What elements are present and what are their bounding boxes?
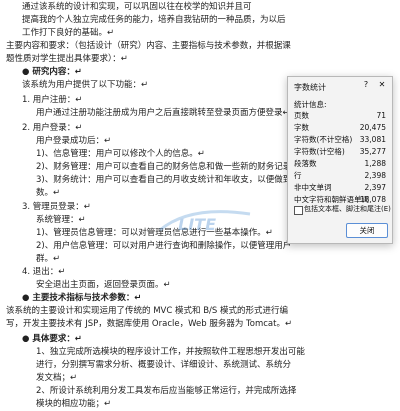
document-line: 4. 退出：↵ [22, 267, 66, 277]
document-line: 提高我的个人独立完成任务的能力，培养自我钻研的一种品质，为以后 [22, 15, 286, 25]
watermark-text: LITE [178, 215, 216, 234]
document-line: ● 主要技术指标与技术参数：↵ [22, 293, 142, 303]
document-line: 进行，分别撰写需求分析、概要设计、详细设计、系统测试、系统分 [36, 360, 292, 370]
watermark-logo: LITE [150, 200, 270, 240]
help-icon[interactable]: ? [361, 80, 371, 92]
document-line: 题性质对学生提出具体要求）：↵ [6, 54, 128, 64]
document-line: 写，开发主要技术有 JSP，数据库使用 Oracle，Web 服务器为 Tomc… [6, 319, 293, 329]
document-line: 1、独立完成所选模块的程序设计工作，并按照软件工程思想开发出可能 [36, 347, 305, 357]
word-count-dialog: 字数统计 ? ✕ 统计信息: 页数 71 字数 20,475 字符数(不计空格) 33,0… [287, 76, 393, 244]
document-line: 安全退出主页面，返回登录页面。↵ [36, 280, 171, 290]
document-line: 发文档；↵ [36, 373, 78, 383]
document-line: 通过该系统的设计和实现，可以巩固以往在校学的知识并且可 [22, 2, 252, 12]
dialog-title: 字数统计 [294, 83, 326, 92]
document-line: 2、所设计系统利用分发工具发布后应当能够正常运行，并完成所选择 [36, 386, 297, 396]
document-line: ● 具体要求：↵ [22, 334, 82, 344]
include-textbox-label[interactable]: 包括文本框、脚注和尾注(E) [304, 204, 391, 214]
close-button[interactable]: 关闭 [346, 223, 388, 238]
document-line: 该系统的主要设计和实现运用了传统的 MVC 模式和 B/S 模式的形式进行编 [6, 306, 288, 316]
close-icon[interactable]: ✕ [376, 80, 388, 92]
include-textbox-checkbox[interactable] [294, 206, 303, 215]
document-line: 主要内容和要求：（包括设计（研究）内容、主要指标与技术参数，并根据课 [6, 41, 291, 51]
document-line: 工作打下良好的基础。↵ [22, 28, 115, 38]
document-line: 群。↵ [36, 254, 61, 264]
